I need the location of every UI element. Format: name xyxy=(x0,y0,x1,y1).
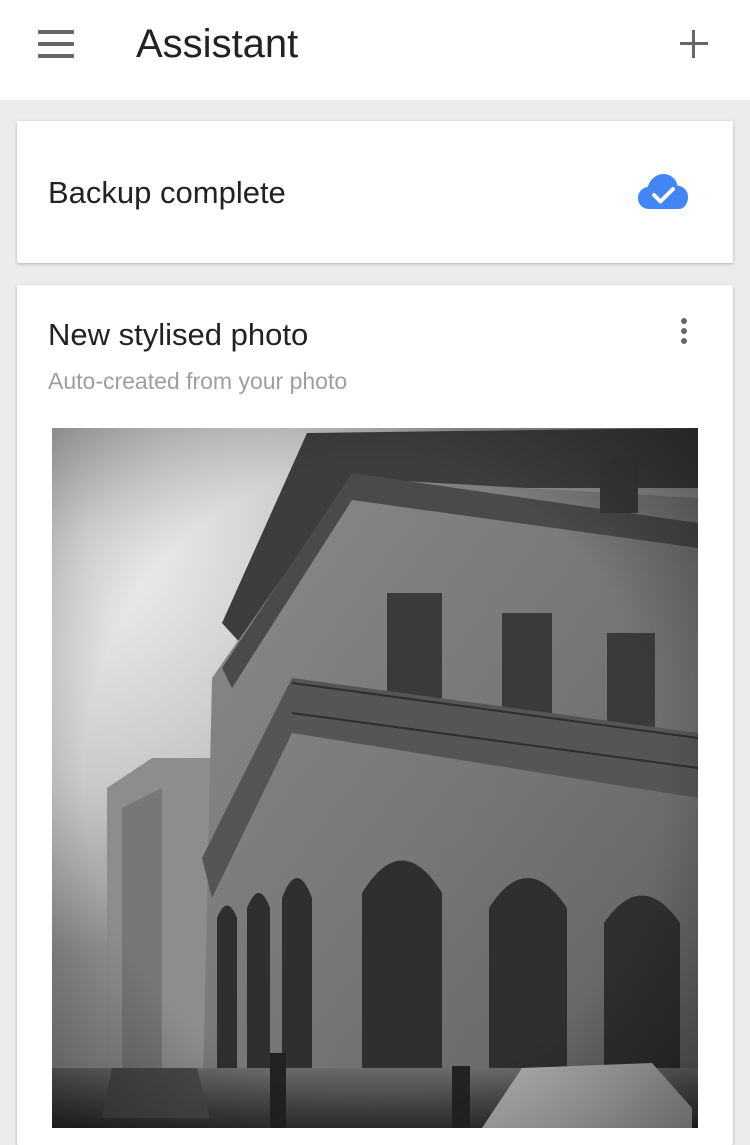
card-subtitle: Auto-created from your photo xyxy=(48,368,348,394)
backup-card[interactable]: Backup complete xyxy=(17,121,733,263)
plus-icon[interactable] xyxy=(670,20,718,68)
backup-status-text: Backup complete xyxy=(48,175,286,210)
page-title: Assistant xyxy=(136,22,299,66)
app-bar: Assistant xyxy=(0,0,750,100)
card-title: New stylised photo xyxy=(48,317,309,352)
cloud-done-icon xyxy=(638,174,688,209)
hamburger-menu-icon[interactable] xyxy=(28,24,84,64)
more-vert-icon[interactable] xyxy=(669,313,699,349)
stylised-photo[interactable] xyxy=(52,428,698,1128)
stylised-photo-card[interactable]: New stylised photo Auto-created from you… xyxy=(17,285,733,1145)
building-photo-image xyxy=(52,428,698,1128)
